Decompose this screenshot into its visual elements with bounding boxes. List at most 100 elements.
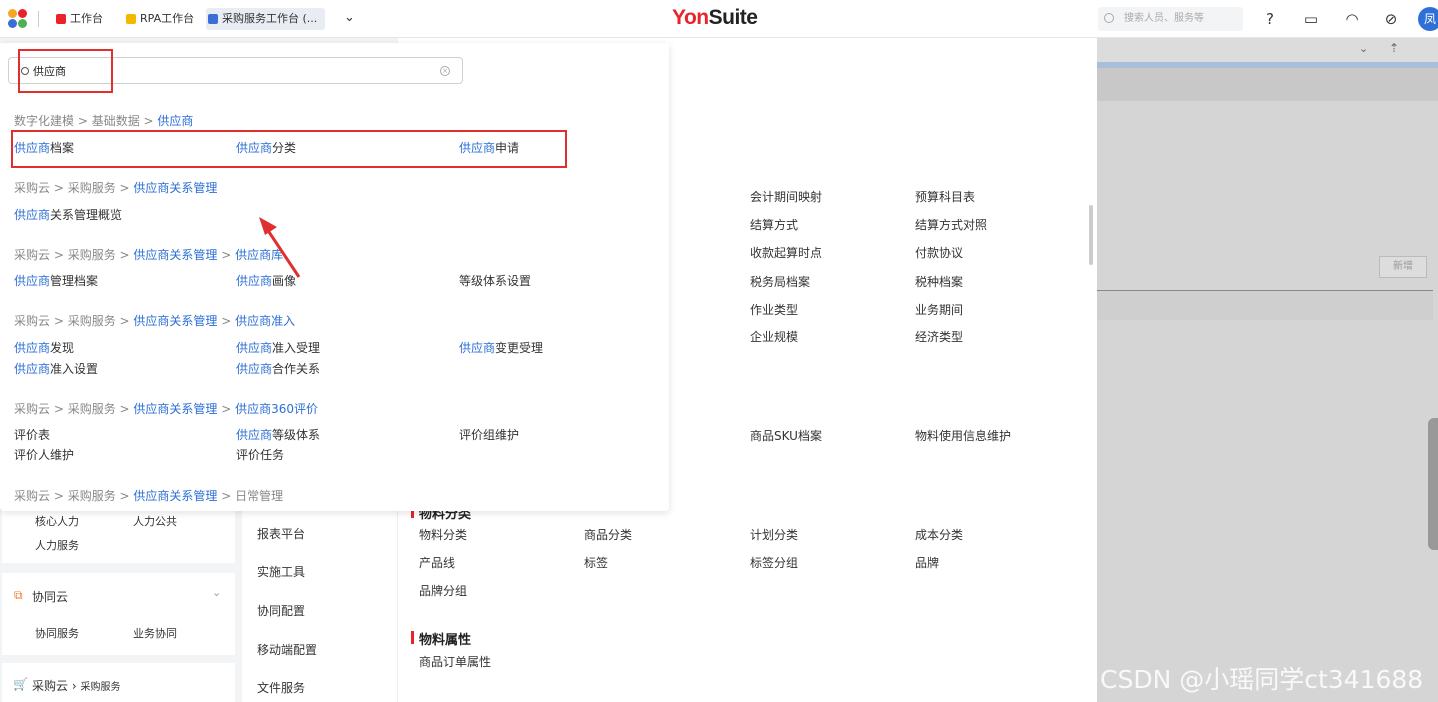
menu-item[interactable]: 付款协议 bbox=[915, 244, 963, 261]
breadcrumb: 采购云 > 采购服务 > 供应商关系管理 > 供应商库 bbox=[14, 248, 284, 262]
nav-item[interactable]: 实施工具 bbox=[257, 563, 305, 580]
breadcrumb: 数字化建模 > 基础数据 > 供应商 bbox=[14, 114, 194, 128]
section-heading: 物料属性 bbox=[411, 629, 471, 648]
menu-item[interactable]: 品牌分组 bbox=[419, 582, 467, 599]
workbench-icon bbox=[56, 14, 66, 24]
brand-logo: YonSuite bbox=[672, 6, 758, 29]
result-item[interactable]: 评价表 bbox=[14, 426, 50, 443]
nav-item[interactable]: 人力公共 bbox=[133, 513, 177, 529]
result-item[interactable]: 评价任务 bbox=[236, 446, 284, 463]
nav-item[interactable]: 报表平台 bbox=[257, 525, 305, 542]
search-placeholder: 搜索人员、服务等 bbox=[1124, 13, 1204, 24]
tab-label: RPA工作台 bbox=[140, 12, 195, 25]
result-item[interactable]: 等级体系设置 bbox=[459, 272, 531, 289]
scrollbar[interactable] bbox=[1089, 205, 1093, 265]
nav-item[interactable]: 协同服务 bbox=[35, 625, 79, 641]
purchase-breadcrumb[interactable]: 采购云 › 采购服务 bbox=[32, 677, 120, 694]
tab-label: 工作台 bbox=[70, 12, 103, 25]
menu-item[interactable]: 品牌 bbox=[915, 554, 939, 571]
menu-item[interactable]: 会计期间映射 bbox=[750, 188, 822, 205]
menu-item[interactable]: 作业类型 bbox=[750, 301, 798, 318]
menu-item[interactable]: 业务期间 bbox=[915, 301, 963, 318]
menu-item[interactable]: 经济类型 bbox=[915, 328, 963, 345]
nav-item[interactable]: 文件服务 bbox=[257, 679, 305, 696]
result-item[interactable]: 供应商准入设置 bbox=[14, 360, 98, 377]
result-item[interactable]: 供应商关系管理概览 bbox=[14, 206, 122, 223]
left-nav: 核心人力 人力公共 人力服务 ⧉ 协同云 ⌄ 协同服务 业务协同 🛒 采购云 ›… bbox=[0, 505, 242, 702]
highlight-box bbox=[11, 130, 567, 168]
result-item[interactable]: 供应商准入受理 bbox=[236, 339, 320, 356]
headset-icon[interactable]: ◠ bbox=[1342, 9, 1362, 29]
result-item[interactable]: 供应商发现 bbox=[14, 339, 74, 356]
menu-item[interactable]: 成本分类 bbox=[915, 526, 963, 543]
annotation-arrow-icon bbox=[259, 217, 301, 278]
breadcrumb: 采购云 > 采购服务 > 供应商关系管理 bbox=[14, 181, 218, 195]
search-popup: × 数字化建模 > 基础数据 > 供应商 供应商档案 供应商分类 供应商申请 采… bbox=[0, 43, 669, 511]
app-launcher-icon[interactable] bbox=[8, 9, 28, 29]
nav-item[interactable]: 移动端配置 bbox=[257, 641, 317, 658]
section-title[interactable]: 协同云 bbox=[32, 588, 68, 605]
new-button[interactable]: 新增 bbox=[1379, 256, 1427, 278]
upload-icon[interactable]: ⇡ bbox=[1389, 41, 1399, 55]
avatar[interactable]: 凤 bbox=[1418, 7, 1438, 31]
top-bar: 工作台 RPA工作台 采购服务工作台 (... ⌄ YonSuite 搜索人员、… bbox=[0, 0, 1438, 38]
global-search-input[interactable]: 搜索人员、服务等 bbox=[1098, 7, 1243, 31]
menu-item[interactable]: 企业规模 bbox=[750, 328, 798, 345]
table-header bbox=[1097, 290, 1433, 320]
highlight-box bbox=[18, 49, 113, 93]
chevron-down-icon[interactable]: ⌄ bbox=[212, 586, 221, 599]
menu-item[interactable]: 标签 bbox=[584, 554, 608, 571]
menu-item[interactable]: 商品SKU档案 bbox=[750, 427, 822, 444]
result-item[interactable]: 评价人维护 bbox=[14, 446, 74, 463]
nav-item[interactable]: 业务协同 bbox=[133, 625, 177, 641]
result-item[interactable]: 供应商管理档案 bbox=[14, 272, 98, 289]
result-item[interactable]: 评价组维护 bbox=[459, 426, 519, 443]
tab-workbench[interactable]: 工作台 bbox=[54, 8, 103, 30]
cart-icon: 🛒 bbox=[13, 677, 28, 691]
panel-header bbox=[1097, 68, 1438, 101]
collapse-icon[interactable]: ⌄ bbox=[1359, 42, 1368, 55]
watermark: CSDN @小瑶同学ct341688 bbox=[1100, 665, 1424, 694]
menu-item[interactable]: 产品线 bbox=[419, 554, 455, 571]
tab-label: 采购服务工作台 (... bbox=[222, 12, 318, 25]
menu-item[interactable]: 税种档案 bbox=[915, 273, 963, 290]
result-item[interactable]: 供应商等级体系 bbox=[236, 426, 320, 443]
menu-item[interactable]: 商品分类 bbox=[584, 526, 632, 543]
chevron-down-icon[interactable]: ⌄ bbox=[344, 10, 360, 26]
menu-item[interactable]: 物料分类 bbox=[419, 526, 467, 543]
nav-item[interactable]: 协同配置 bbox=[257, 602, 305, 619]
rpa-icon bbox=[126, 14, 136, 24]
menu-item[interactable]: 计划分类 bbox=[750, 526, 798, 543]
nav-item[interactable]: 核心人力 bbox=[35, 513, 79, 529]
result-item[interactable]: 供应商合作关系 bbox=[236, 360, 320, 377]
help-icon[interactable]: ? bbox=[1260, 9, 1280, 29]
clear-icon[interactable]: × bbox=[440, 66, 450, 76]
tab-rpa-workbench[interactable]: RPA工作台 bbox=[124, 8, 194, 30]
menu-item[interactable]: 结算方式 bbox=[750, 216, 798, 233]
tab-purchase-workbench[interactable]: 采购服务工作台 (... bbox=[206, 8, 326, 30]
collab-card: ⧉ 协同云 ⌄ 协同服务 业务协同 bbox=[2, 573, 235, 655]
menu-item[interactable]: 收款起算时点 bbox=[750, 244, 822, 261]
breadcrumb: 采购云 > 采购服务 > 供应商关系管理 > 日常管理 bbox=[14, 489, 284, 503]
message-icon[interactable]: ▭ bbox=[1301, 9, 1321, 29]
menu-item[interactable]: 标签分组 bbox=[750, 554, 798, 571]
menu-item[interactable]: 结算方式对照 bbox=[915, 216, 987, 233]
nav-item[interactable]: 人力服务 bbox=[35, 537, 79, 553]
purchase-card: 🛒 采购云 › 采购服务 bbox=[2, 663, 235, 702]
breadcrumb: 采购云 > 采购服务 > 供应商关系管理 > 供应商360评价 bbox=[14, 402, 319, 416]
settings-icon[interactable]: ⊘ bbox=[1381, 9, 1401, 29]
mid-nav: 报表平台 实施工具 协同配置 移动端配置 文件服务 bbox=[242, 505, 398, 702]
background-panel: ⌄ ⇡ 新增 bbox=[1097, 38, 1438, 702]
breadcrumb: 采购云 > 采购服务 > 供应商关系管理 > 供应商准入 bbox=[14, 314, 296, 328]
menu-item[interactable]: 商品订单属性 bbox=[419, 653, 491, 670]
menu-item[interactable]: 税务局档案 bbox=[750, 273, 810, 290]
menu-item[interactable]: 预算科目表 bbox=[915, 188, 975, 205]
side-handle[interactable] bbox=[1428, 418, 1438, 550]
panel-toolbar: ⌄ ⇡ bbox=[1097, 38, 1438, 62]
collab-icon: ⧉ bbox=[14, 588, 23, 602]
result-item[interactable]: 供应商变更受理 bbox=[459, 339, 543, 356]
hr-card: 核心人力 人力公共 人力服务 bbox=[2, 505, 235, 563]
menu-item[interactable]: 物料使用信息维护 bbox=[915, 427, 1011, 444]
search-icon bbox=[1104, 13, 1114, 23]
divider bbox=[38, 11, 39, 27]
